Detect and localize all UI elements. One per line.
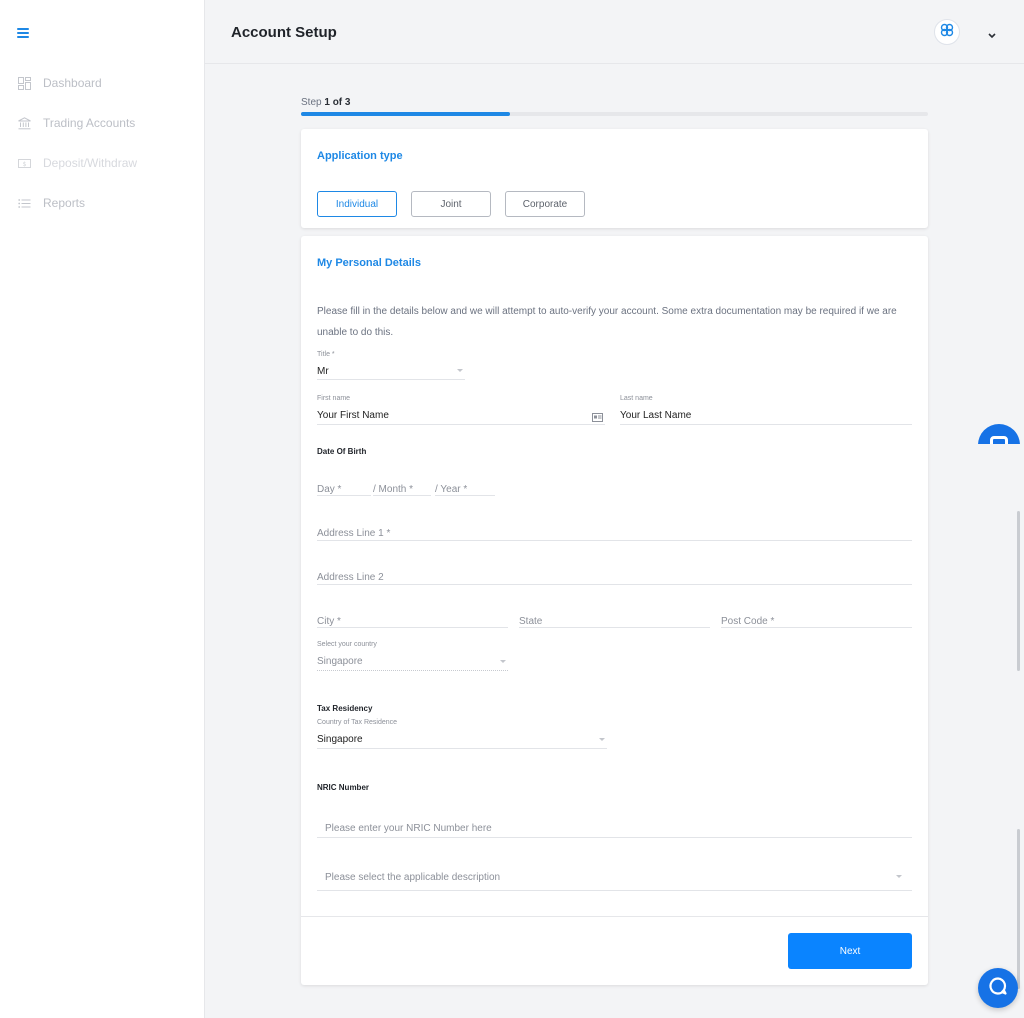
sidebar-item-label: Reports (43, 196, 86, 210)
last-name-field[interactable]: Last name Your Last Name (620, 395, 912, 425)
dob-year-field[interactable]: / Year * (435, 479, 495, 496)
first-name-value: Your First Name (317, 410, 389, 421)
sidebar-item-reports[interactable]: Reports (18, 193, 85, 213)
sidebar-item-trading-accounts[interactable]: Trading Accounts (18, 113, 135, 133)
step-indicator: Step 1 of 3 (301, 97, 351, 108)
sidebar-item-label: Trading Accounts (43, 116, 136, 130)
sidebar: Dashboard Trading Accounts $ Deposit/Wit… (0, 0, 205, 1018)
caret-down-icon (599, 738, 605, 741)
step-progress-bar (301, 112, 928, 116)
footer-divider (301, 916, 928, 917)
chat-icon (988, 976, 1008, 1001)
dob-day-placeholder: Day * (317, 484, 342, 495)
dob-heading: Date Of Birth (317, 447, 367, 456)
dob-month-field[interactable]: / Month * (373, 479, 431, 496)
menu-icon[interactable] (17, 28, 29, 38)
postcode-field[interactable]: Post Code * (721, 611, 912, 628)
bank-icon (18, 116, 31, 130)
address-line-2-placeholder: Address Line 2 (317, 572, 384, 583)
tax-residence-select[interactable]: Country of Tax Residence Singapore (317, 719, 607, 749)
user-avatar-button[interactable] (934, 19, 960, 45)
caret-down-icon (896, 875, 902, 878)
chevron-down-icon[interactable] (987, 27, 997, 39)
profile-logo-icon (940, 23, 954, 42)
country-label: Select your country (317, 641, 377, 648)
first-name-label: First name (317, 395, 351, 402)
money-icon: $ (18, 157, 31, 170)
last-name-value: Your Last Name (620, 410, 692, 421)
personal-details-title: My Personal Details (317, 257, 421, 269)
title-value: Mr (317, 366, 329, 377)
country-value: Singapore (317, 656, 363, 667)
caret-down-icon (500, 660, 506, 663)
step-progress-fill (301, 112, 510, 116)
sidebar-item-deposit-withdraw[interactable]: $ Deposit/Withdraw (18, 153, 137, 173)
title-label: Title * (317, 351, 335, 358)
sidebar-item-label: Dashboard (43, 76, 102, 90)
tax-residency-heading: Tax Residency (317, 704, 373, 713)
top-header: Account Setup (205, 0, 1024, 64)
postcode-placeholder: Post Code * (721, 616, 775, 627)
nric-heading: NRIC Number (317, 783, 370, 792)
address-line-1-placeholder: Address Line 1 * (317, 528, 391, 539)
nric-input[interactable]: Please enter your NRIC Number here (317, 811, 912, 838)
tax-residence-label: Country of Tax Residence (317, 719, 398, 726)
page-title: Account Setup (231, 24, 337, 41)
nric-placeholder: Please enter your NRIC Number here (325, 823, 492, 834)
dob-day-field[interactable]: Day * (317, 479, 371, 496)
dashboard-icon (18, 76, 31, 90)
next-button[interactable]: Next (788, 933, 912, 969)
individual-button[interactable]: Individual (317, 191, 397, 217)
address-line-2-field[interactable]: Address Line 2 (317, 567, 912, 585)
caret-down-icon (457, 369, 463, 372)
dob-year-placeholder: / Year * (435, 484, 468, 495)
city-field[interactable]: City * (317, 611, 508, 628)
joint-button[interactable]: Joint (411, 191, 491, 217)
application-type-title: Application type (317, 150, 403, 162)
scrollbar[interactable] (1017, 829, 1020, 989)
svg-text:$: $ (23, 161, 27, 168)
sidebar-item-label: Deposit/Withdraw (43, 156, 138, 170)
state-field[interactable]: State (519, 611, 710, 628)
country-select[interactable]: Select your country Singapore (317, 641, 508, 671)
sidebar-item-dashboard[interactable]: Dashboard (18, 73, 102, 93)
title-select[interactable]: Title * Mr (317, 351, 465, 380)
list-icon (18, 197, 31, 210)
personal-details-card: My Personal Details Please fill in the d… (301, 236, 928, 985)
last-name-label: Last name (620, 395, 653, 402)
chat-button[interactable] (978, 968, 1018, 1008)
corporate-button[interactable]: Corporate (505, 191, 585, 217)
nric-description-select[interactable]: Please select the applicable description (317, 860, 912, 891)
chat-widget-icon[interactable] (978, 424, 1020, 444)
intro-text: Please fill in the details below and we … (317, 306, 897, 338)
address-line-1-field[interactable]: Address Line 1 * (317, 523, 912, 541)
first-name-field[interactable]: First name Your First Name (317, 395, 605, 425)
tax-residence-value: Singapore (317, 734, 363, 745)
dob-month-placeholder: / Month * (373, 484, 414, 495)
application-type-card: Application type Individual Joint Corpor… (301, 129, 928, 228)
nric-description-placeholder: Please select the applicable description (325, 872, 501, 883)
state-placeholder: State (519, 616, 543, 627)
city-placeholder: City * (317, 616, 341, 627)
scrollbar[interactable] (1017, 511, 1020, 671)
